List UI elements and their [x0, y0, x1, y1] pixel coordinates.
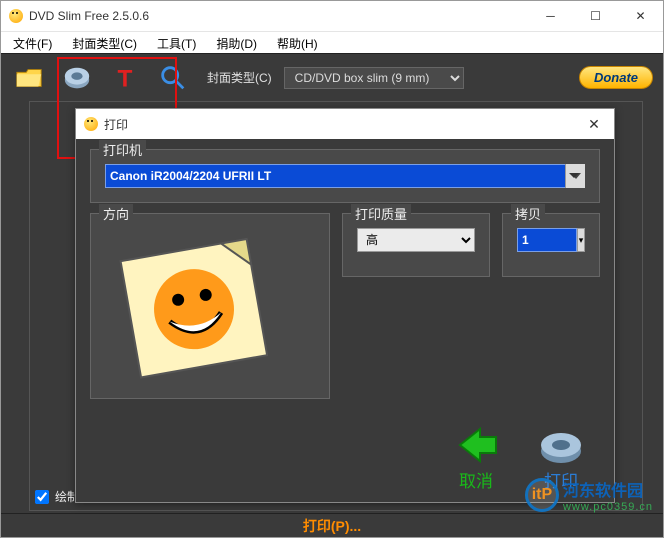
status-text: 打印(P)...	[303, 516, 361, 536]
draw-border-checkbox[interactable]	[35, 490, 49, 504]
dialog-body: 打印机 Canon iR2004/2204 UFRII LT 方向	[76, 139, 614, 421]
watermark-name: 河东软件园	[563, 477, 653, 501]
copies-group: 拷贝 ▾	[502, 213, 600, 277]
open-folder-button[interactable]	[11, 60, 47, 96]
menu-tools[interactable]: 工具(T)	[149, 32, 204, 53]
dialog-close-button[interactable]: ✕	[574, 109, 614, 139]
copies-group-title: 拷贝	[511, 204, 545, 223]
menubar: 文件(F) 封面类型(C) 工具(T) 捐助(D) 帮助(H)	[1, 31, 663, 53]
quality-group-title: 打印质量	[351, 204, 411, 223]
copies-spinner[interactable]: ▾	[577, 228, 585, 252]
arrow-left-icon	[452, 425, 500, 465]
app-title: DVD Slim Free 2.5.0.6	[29, 9, 149, 23]
menu-donate[interactable]: 捐助(D)	[208, 32, 265, 53]
menu-help[interactable]: 帮助(H)	[269, 32, 326, 53]
watermark-logo-icon: itP	[525, 478, 559, 512]
menu-file[interactable]: 文件(F)	[5, 32, 60, 53]
print-dialog: 打印 ✕ 打印机 Canon iR2004/2204 UFRII LT 方向	[75, 108, 615, 503]
cover-type-label: 封面类型(C)	[207, 69, 272, 86]
window-controls: ─ ☐ ✕	[528, 1, 663, 31]
cover-type-select[interactable]: CD/DVD box slim (9 mm)	[284, 67, 464, 89]
statusbar: 打印(P)...	[1, 513, 663, 537]
print-button[interactable]	[59, 60, 95, 96]
app-window: DVD Slim Free 2.5.0.6 ─ ☐ ✕ 文件(F) 封面类型(C…	[0, 0, 664, 538]
donate-button[interactable]: Donate	[579, 66, 653, 89]
svg-text:T: T	[118, 65, 133, 92]
chevron-down-icon	[565, 164, 585, 188]
printer-group: 打印机 Canon iR2004/2204 UFRII LT	[90, 149, 600, 203]
toolbar: T 封面类型(C) CD/DVD box slim (9 mm) Donate	[1, 53, 663, 101]
app-smiley-icon	[9, 9, 23, 23]
minimize-button[interactable]: ─	[528, 1, 573, 31]
cancel-button[interactable]: 取消	[452, 425, 500, 492]
printer-select-wrap: Canon iR2004/2204 UFRII LT	[105, 164, 585, 188]
smiley-page-icon	[110, 237, 280, 382]
text-tool-button[interactable]: T	[107, 60, 143, 96]
orientation-preview[interactable]	[105, 234, 285, 384]
magnifier-icon	[158, 63, 188, 93]
folder-icon	[14, 63, 44, 93]
cancel-label: 取消	[459, 467, 493, 492]
printer-group-title: 打印机	[99, 140, 146, 159]
printer-action-icon	[536, 425, 586, 465]
copies-input[interactable]	[517, 228, 577, 252]
direction-group: 方向	[90, 213, 330, 399]
options-row: 方向	[90, 213, 600, 409]
dialog-titlebar: 打印 ✕	[76, 109, 614, 139]
zoom-button[interactable]	[155, 60, 191, 96]
close-button[interactable]: ✕	[618, 1, 663, 31]
printer-select[interactable]: Canon iR2004/2204 UFRII LT	[105, 164, 585, 188]
t-icon: T	[110, 63, 140, 93]
titlebar: DVD Slim Free 2.5.0.6 ─ ☐ ✕	[1, 1, 663, 31]
quality-group: 打印质量 高	[342, 213, 490, 277]
dialog-smiley-icon	[84, 117, 98, 131]
direction-group-title: 方向	[99, 204, 133, 223]
printer-icon	[62, 63, 92, 93]
dialog-title: 打印	[104, 116, 128, 133]
watermark: itP 河东软件园 www.pc0359.cn	[525, 477, 653, 513]
quality-select[interactable]: 高	[357, 228, 475, 252]
watermark-url: www.pc0359.cn	[563, 501, 653, 513]
maximize-button[interactable]: ☐	[573, 1, 618, 31]
menu-cover-type[interactable]: 封面类型(C)	[64, 32, 145, 53]
